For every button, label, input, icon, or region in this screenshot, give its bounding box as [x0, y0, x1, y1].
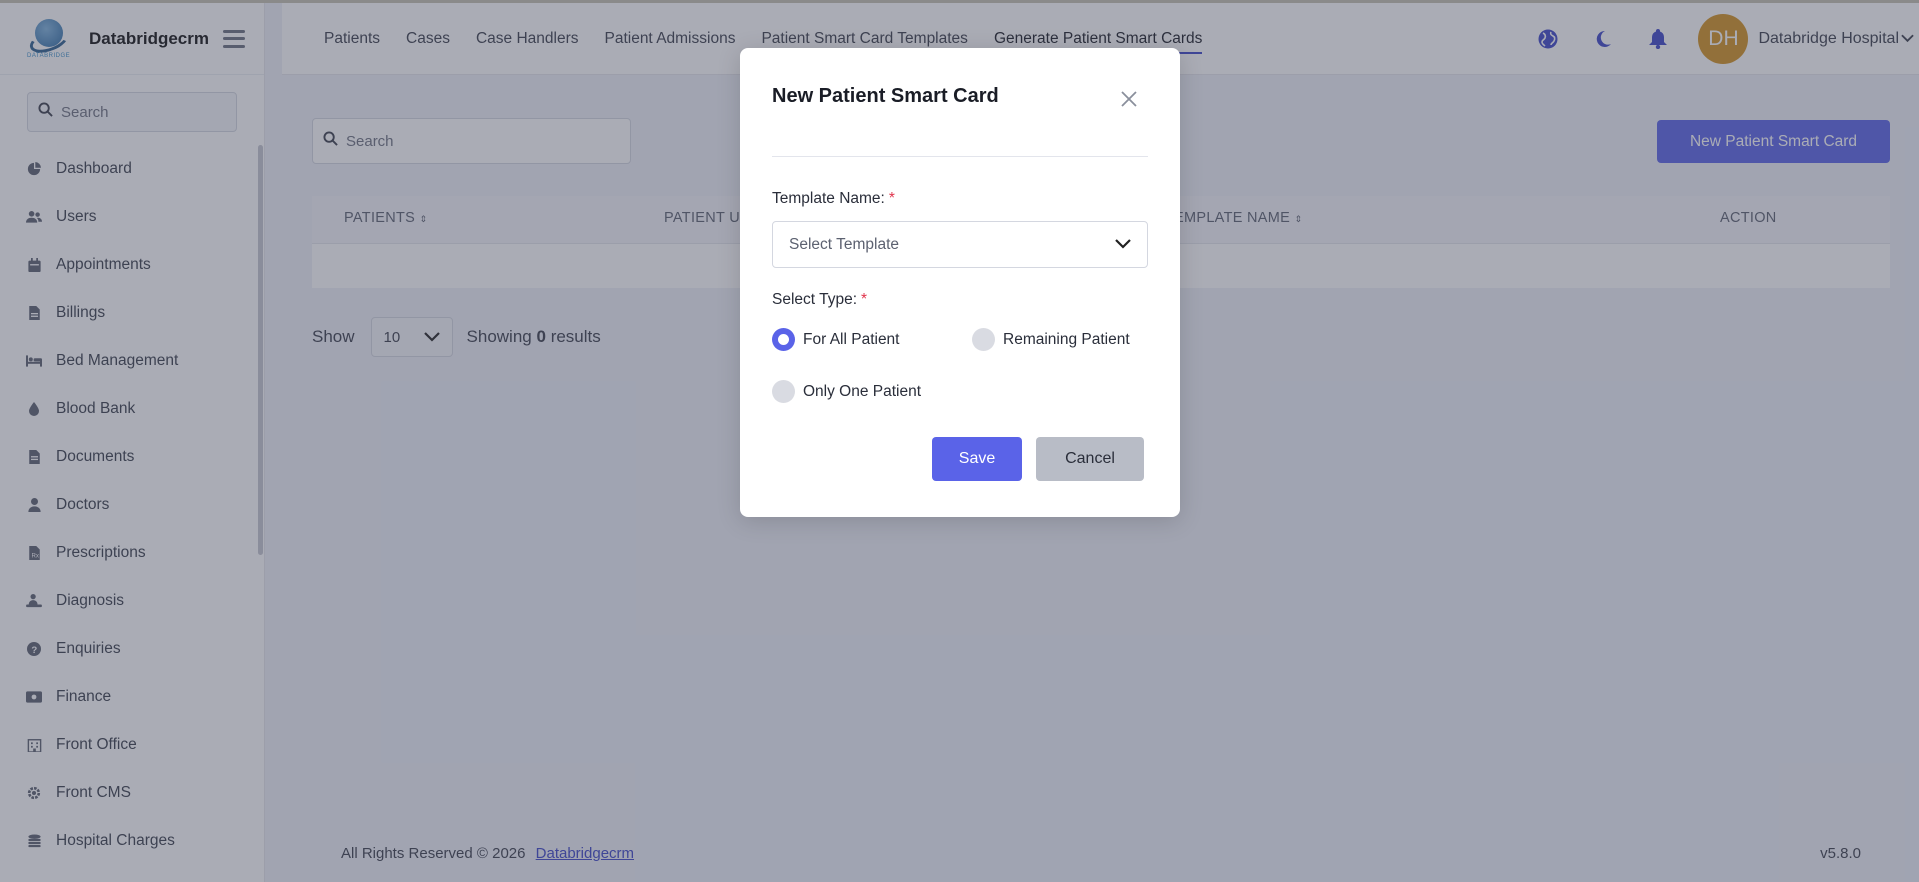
app-frame: DATABRIDGE Databridgecrm Dashboard Users…	[0, 0, 1919, 882]
modal-divider	[772, 156, 1148, 157]
radio-button[interactable]	[772, 380, 795, 403]
radio-only-one-patient[interactable]: Only One Patient	[772, 380, 921, 403]
radio-remaining-patient[interactable]: Remaining Patient	[972, 328, 1130, 351]
radio-button[interactable]	[772, 328, 795, 351]
chevron-down-icon	[1115, 236, 1131, 254]
new-smart-card-modal: New Patient Smart Card Template Name: * S…	[740, 48, 1180, 517]
radio-for-all-patient[interactable]: For All Patient	[772, 328, 900, 351]
close-icon[interactable]	[1120, 90, 1144, 114]
select-type-label: Select Type: *	[772, 291, 868, 308]
template-name-label: Template Name: *	[772, 190, 895, 207]
cancel-button[interactable]: Cancel	[1036, 437, 1144, 481]
template-select[interactable]: Select Template	[772, 221, 1148, 268]
radio-button[interactable]	[972, 328, 995, 351]
save-button[interactable]: Save	[932, 437, 1022, 481]
modal-title: New Patient Smart Card	[772, 85, 999, 107]
